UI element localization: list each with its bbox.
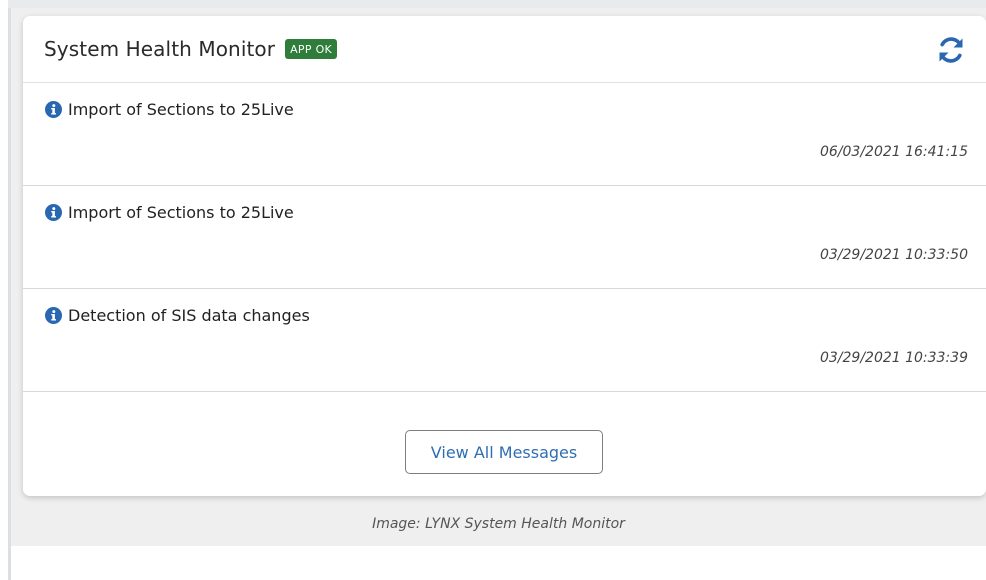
- card-title: System Health Monitor: [44, 37, 276, 61]
- message-timestamp: 06/03/2021 16:41:15: [819, 144, 968, 160]
- refresh-button[interactable]: [934, 36, 968, 64]
- system-health-card: System Health Monitor APP OK Import of S…: [23, 16, 986, 496]
- message-item: Import of Sections to 25Live 06/03/2021 …: [23, 83, 986, 186]
- image-caption: Image: LYNX System Health Monitor: [372, 516, 625, 532]
- card-header: System Health Monitor APP OK: [23, 16, 986, 83]
- info-icon: [45, 307, 62, 324]
- message-timestamp: 03/29/2021 10:33:39: [819, 350, 968, 366]
- view-all-messages-button[interactable]: View All Messages: [405, 430, 603, 474]
- info-icon: [45, 204, 62, 221]
- refresh-icon: [939, 37, 963, 63]
- card-footer: View All Messages: [23, 392, 986, 496]
- page: System Health Monitor APP OK Import of S…: [0, 0, 986, 580]
- message-title: Import of Sections to 25Live: [68, 100, 294, 119]
- message-title: Import of Sections to 25Live: [68, 203, 294, 222]
- info-icon: [45, 101, 62, 118]
- message-timestamp: 03/29/2021 10:33:50: [819, 247, 968, 263]
- message-item: Detection of SIS data changes 03/29/2021…: [23, 289, 986, 392]
- figure-wrapper: System Health Monitor APP OK Import of S…: [11, 8, 986, 546]
- top-rule: [8, 0, 986, 8]
- message-item: Import of Sections to 25Live 03/29/2021 …: [23, 186, 986, 289]
- status-badge: APP OK: [285, 39, 338, 59]
- message-title: Detection of SIS data changes: [68, 306, 310, 325]
